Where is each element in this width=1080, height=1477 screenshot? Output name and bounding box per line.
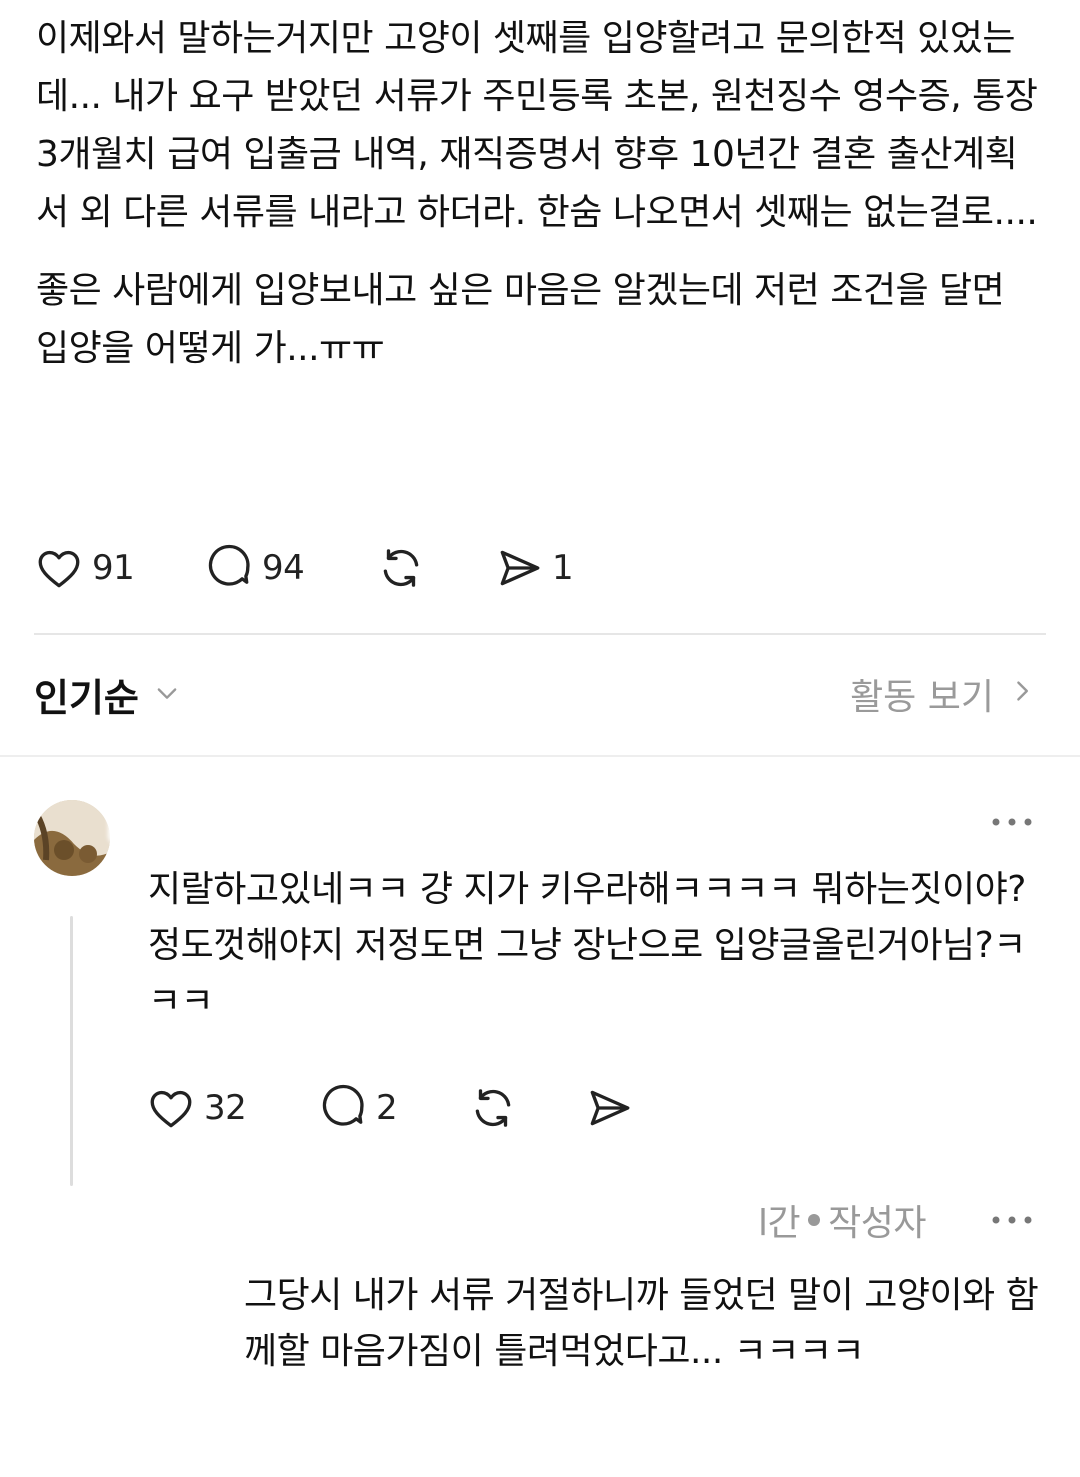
more-dots-icon: [990, 818, 1034, 838]
chevron-right-icon: [994, 674, 1034, 715]
post-paragraph-1: 이제와서 말하는거지만 고양이 셋째를 입양할려고 문의한적 있었는데... 내…: [36, 18, 1038, 233]
chevron-down-icon: [139, 672, 181, 716]
post-body: 이제와서 말하는거지만 고양이 셋째를 입양할려고 문의한적 있었는데... 내…: [36, 10, 1046, 378]
sort-bar: 인기순 활동 보기: [34, 664, 1034, 724]
more-dots-icon: [990, 1216, 1034, 1236]
comment-reply-count: 2: [376, 1088, 398, 1128]
reply-more-button[interactable]: [990, 1208, 1034, 1236]
post-share-button[interactable]: 1: [494, 543, 574, 593]
reply-time: l간: [758, 1203, 801, 1244]
repost-arrows-icon: [376, 543, 426, 593]
activity-link-label: 활동 보기: [850, 677, 994, 718]
heart-icon: [34, 543, 84, 593]
send-paper-plane-icon: [584, 1083, 634, 1133]
post-repost-button[interactable]: [376, 543, 494, 593]
comment-share-button[interactable]: [584, 1083, 634, 1133]
comment-like-count: 32: [204, 1088, 247, 1128]
sort-label: 인기순: [34, 675, 139, 720]
reply-meta: l간 작성자: [758, 1194, 926, 1246]
avatar[interactable]: [34, 800, 110, 876]
reply-text: 그당시 내가 서류 거절하니까 들었던 말이 고양이와 함께할 마음가짐이 틀려…: [244, 1275, 1039, 1372]
post-reply-count: 94: [262, 548, 305, 588]
send-paper-plane-icon: [494, 543, 544, 593]
post-like-button[interactable]: 91: [34, 543, 204, 593]
redacted-author-name: [108, 790, 480, 844]
divider: [34, 633, 1046, 635]
post-share-count: 1: [552, 548, 574, 588]
author-tag: 작성자: [828, 1203, 926, 1244]
comment-repost-button[interactable]: [468, 1083, 584, 1133]
speech-bubble-icon: [318, 1083, 368, 1133]
speech-bubble-icon: [204, 543, 254, 593]
redacted-reply-author: [80, 1166, 756, 1252]
sort-dropdown[interactable]: 인기순: [34, 667, 181, 722]
repost-arrows-icon: [468, 1083, 518, 1133]
heart-icon: [146, 1083, 196, 1133]
comment-more-button[interactable]: [990, 810, 1034, 838]
activity-link[interactable]: 활동 보기: [850, 668, 1034, 720]
comment-reply-button[interactable]: 2: [318, 1083, 468, 1133]
comment-action-bar: 32 2: [146, 1080, 634, 1136]
meta-dot: [808, 1214, 821, 1226]
post-action-bar: 91 94 1: [34, 540, 574, 596]
post-reply-button[interactable]: 94: [204, 543, 376, 593]
comment-text: 지랄하고있네ㅋㅋ 걍 지가 키우라해ㅋㅋㅋㅋ 뭐하는짓이야? 정도껏해야지 저정…: [148, 869, 1026, 1022]
section-separator: [0, 755, 1080, 757]
comment-like-button[interactable]: 32: [146, 1083, 318, 1133]
post-like-count: 91: [92, 548, 135, 588]
thread-line: [70, 916, 73, 1186]
post-paragraph-2: 좋은 사람에게 입양보내고 싶은 마음은 알겠는데 저런 조건을 달면 입양을 …: [36, 270, 1005, 369]
